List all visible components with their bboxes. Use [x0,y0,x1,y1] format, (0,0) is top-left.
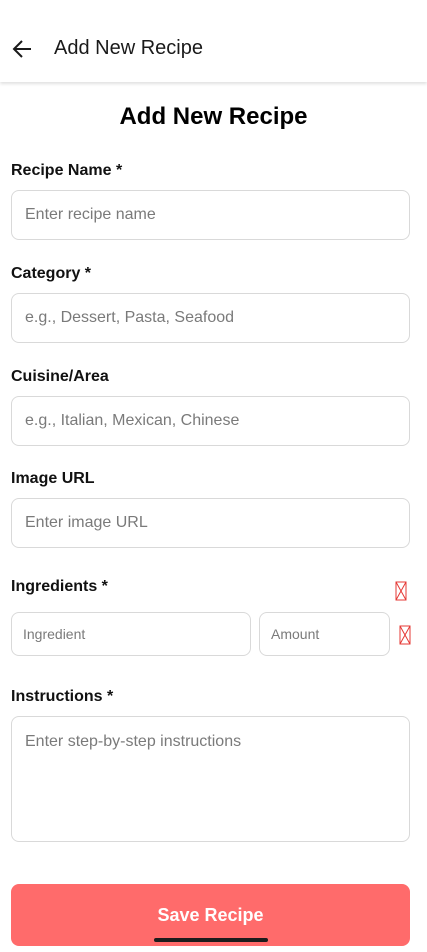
remove-ingredient-icon[interactable] [399,625,411,645]
back-button[interactable] [6,32,38,66]
instructions-label: Instructions * [11,688,114,705]
arrow-left-icon [12,40,31,58]
cuisine-label: Cuisine/Area [11,368,109,385]
home-indicator [154,938,268,942]
image-url-input[interactable] [11,498,410,548]
category-input[interactable] [11,293,410,343]
ingredient-input[interactable] [11,612,251,656]
delete-icon[interactable] [395,581,407,601]
category-label: Category * [11,265,92,282]
save-recipe-button[interactable]: Save Recipe [11,884,410,946]
cuisine-input[interactable] [11,396,410,446]
app-bar: Add New Recipe [0,0,427,82]
instructions-textarea[interactable] [11,716,410,842]
image-url-label: Image URL [11,470,95,487]
page-title: Add New Recipe [119,103,308,130]
amount-input[interactable] [259,612,390,656]
ingredients-label: Ingredients * [11,578,108,595]
app-bar-title: Add New Recipe [54,37,203,59]
recipe-name-input[interactable] [11,190,410,240]
recipe-name-label: Recipe Name * [11,162,123,179]
